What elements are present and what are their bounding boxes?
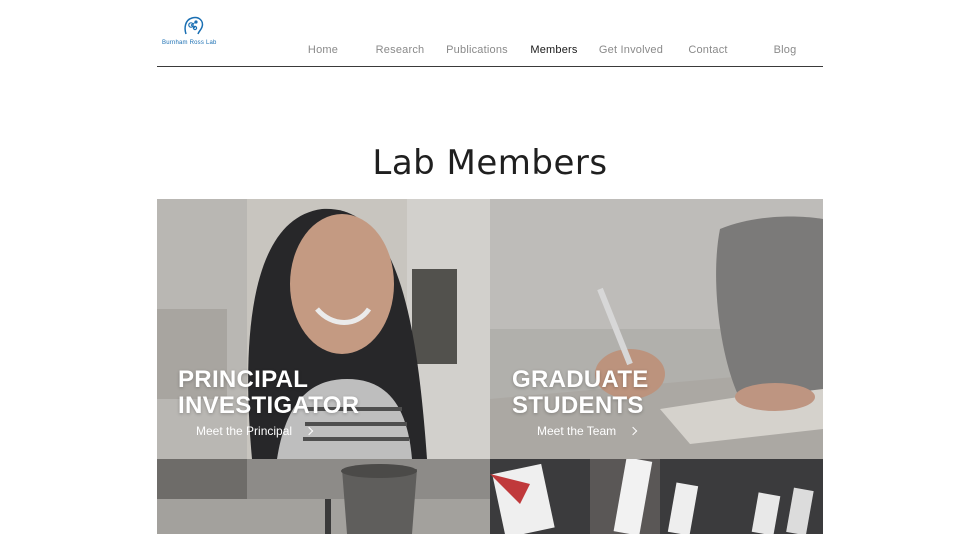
nav-divider bbox=[157, 66, 823, 67]
chevron-right-icon bbox=[628, 426, 638, 436]
heading-line-2: STUDENTS bbox=[512, 392, 644, 419]
link-label: Meet the Principal bbox=[196, 424, 293, 438]
graduate-photo bbox=[490, 199, 823, 459]
principal-investigator-card[interactable]: PRINCIPAL INVESTIGATOR Meet the Principa… bbox=[157, 199, 490, 459]
logo-text: Burnham Ross Lab bbox=[162, 40, 217, 46]
principal-photo bbox=[157, 199, 490, 459]
chevron-right-icon bbox=[304, 426, 314, 436]
lab-card-3[interactable] bbox=[157, 459, 490, 534]
lab-card-4[interactable] bbox=[490, 459, 823, 534]
page-title: Lab Members bbox=[372, 142, 608, 183]
meet-team-link[interactable]: Meet the Team bbox=[537, 424, 638, 438]
nav-members[interactable]: Members bbox=[530, 44, 577, 56]
nav-blog[interactable]: Blog bbox=[774, 44, 797, 56]
nav-home[interactable]: Home bbox=[308, 44, 338, 56]
nav-publications[interactable]: Publications bbox=[446, 44, 508, 56]
lab-logo[interactable]: Burnham Ross Lab bbox=[160, 14, 228, 50]
card-heading: GRADUATE STUDENTS bbox=[512, 367, 649, 419]
meet-principal-link[interactable]: Meet the Principal bbox=[196, 424, 314, 438]
molecule-head-icon bbox=[184, 16, 204, 35]
nav-research[interactable]: Research bbox=[376, 44, 425, 56]
card-heading: PRINCIPAL INVESTIGATOR bbox=[178, 367, 359, 419]
nav-get-involved[interactable]: Get Involved bbox=[599, 44, 663, 56]
diplomas-photo bbox=[490, 459, 823, 534]
graduate-students-card[interactable]: GRADUATE STUDENTS Meet the Team bbox=[490, 199, 823, 459]
desk-mug-photo bbox=[157, 459, 490, 534]
nav-contact[interactable]: Contact bbox=[688, 44, 727, 56]
heading-line-2: INVESTIGATOR bbox=[178, 392, 360, 419]
link-label: Meet the Team bbox=[537, 424, 617, 438]
heading-line-1: GRADUATE bbox=[512, 366, 649, 393]
heading-line-1: PRINCIPAL bbox=[178, 366, 309, 393]
